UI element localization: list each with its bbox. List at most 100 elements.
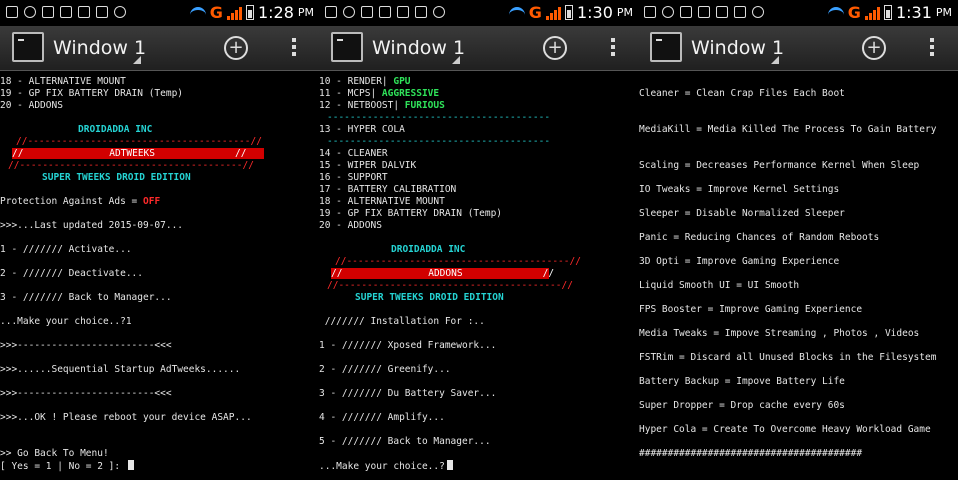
clock: 1:30: [576, 3, 613, 22]
terminal-line: Hyper Cola = Create To Overcome Heavy Wo…: [639, 424, 931, 435]
terminal-line: 4 - /////// Amplify...: [319, 412, 445, 423]
option-label: 11 - MCPS|: [319, 88, 382, 99]
option-label: 10 - RENDER|: [319, 76, 394, 87]
vibrate-icon: [415, 6, 427, 18]
terminal-line: Sleeper = Disable Normalized Sleeper: [639, 208, 845, 219]
terminal-line: >> Go Back To Menu!: [0, 448, 109, 459]
keyboard-icon: [397, 6, 409, 18]
terminal-line: //--------------------------------------…: [335, 256, 581, 267]
clock: 1:28: [257, 3, 294, 22]
terminal-line: ...Make your choice..?1: [0, 316, 132, 327]
network-type-icon: G: [847, 3, 861, 22]
terminal-line: >>>------------------------<<<: [0, 388, 172, 399]
terminal-line: FSTRim = Discard all Unused Blocks in th…: [639, 352, 937, 363]
terminal-line: 10 - RENDER| GPU: [319, 76, 411, 88]
terminal-line: //--------------------------------------…: [16, 136, 262, 147]
terminal-line: 11 - MCPS| AGGRESSIVE: [319, 88, 439, 100]
terminal-line: Scaling = Decreases Performance Kernel W…: [639, 160, 920, 171]
terminal-line: 15 - WIPER DALVIK: [319, 160, 417, 171]
terminal-line: 5 - /////// Back to Manager...: [319, 436, 491, 447]
terminal-line: Battery Backup = Impove Battery Life: [639, 376, 845, 387]
terminal-screen-2: G 1:30 PM Window 1 + 10 - RENDER| GPU 11…: [319, 0, 639, 480]
download-icon: [60, 6, 72, 18]
window-dropdown-icon[interactable]: [133, 56, 141, 64]
banner-bar: // ADTWEEKS //: [12, 148, 264, 159]
separator: ---------------------------------------: [327, 136, 551, 147]
text-cursor: [127, 460, 134, 470]
terminal-line: >>>......Sequential Startup AdTweeks....…: [0, 364, 241, 375]
terminal-line: 20 - ADDONS: [0, 100, 63, 111]
download-icon: [698, 6, 710, 18]
terminal-line: >>>...Last updated 2015-09-07...: [0, 220, 184, 231]
clock-ampm: PM: [297, 6, 314, 19]
terminal-output[interactable]: Cleaner = Clean Crap Files Each Boot Med…: [638, 72, 958, 480]
notification-icon: [6, 6, 18, 18]
whatsapp-icon: [24, 6, 36, 18]
terminal-subheading: SUPER TWEEKS DROID EDITION: [355, 292, 504, 303]
terminal-line: IO Tweaks = Improve Kernel Settings: [639, 184, 840, 195]
signal-icon: [864, 6, 880, 20]
terminal-output[interactable]: 18 - ALTERNATIVE MOUNT 19 - GP FIX BATTE…: [0, 72, 320, 480]
new-window-button[interactable]: +: [224, 36, 248, 60]
separator: ---------------------------------------: [327, 112, 551, 123]
terminal-line: Panic = Reducing Chances of Random Reboo…: [639, 232, 880, 243]
keyboard-icon: [716, 6, 728, 18]
terminal-app-icon[interactable]: [12, 32, 44, 62]
terminal-line: Cleaner = Clean Crap Files Each Boot: [639, 88, 845, 99]
terminal-screen-3: G 1:31 PM Window 1 + Cleaner = Clean Cra…: [638, 0, 958, 480]
status-bar: G 1:31 PM: [638, 0, 958, 26]
battery-icon: [883, 5, 892, 20]
whatsapp-icon: [343, 6, 355, 18]
screenshot-strip: G 1:28 PM Window 1 + 18 - ALTERNATIVE MO…: [0, 0, 958, 480]
image-icon: [42, 6, 54, 18]
terminal-app-icon[interactable]: [650, 32, 682, 62]
terminal-line: >>>------------------------<<<: [0, 340, 172, 351]
terminal-prompt[interactable]: [ Yes = 1 | No = 2 ]:: [0, 460, 134, 473]
protection-status: OFF: [143, 196, 161, 207]
terminal-prompt[interactable]: ...Make your choice..?: [319, 460, 453, 473]
terminal-line: 18 - ALTERNATIVE MOUNT: [319, 196, 445, 207]
terminal-line: Super Dropper = Drop cache every 60s: [639, 400, 845, 411]
action-bar: Window 1 +: [319, 26, 639, 71]
new-window-button[interactable]: +: [543, 36, 567, 60]
clock-ampm: PM: [616, 6, 633, 19]
terminal-heading: DROIDADDA INC: [391, 244, 466, 255]
banner-bar: // ADDONS //: [331, 268, 554, 279]
protection-label: Protection Against Ads =: [0, 196, 143, 207]
terminal-line: Media Tweaks = Impove Streaming , Photos…: [639, 328, 920, 339]
terminal-line: FPS Booster = Improve Gaming Experience: [639, 304, 863, 315]
option-label: 12 - NETBOOST|: [319, 100, 405, 111]
status-bar: G 1:30 PM: [319, 0, 639, 26]
wifi-icon: [508, 7, 525, 18]
download-icon: [379, 6, 391, 18]
terminal-line: 13 - HYPER COLA: [319, 124, 405, 135]
vibrate-icon: [96, 6, 108, 18]
terminal-line: 1 - /////// Xposed Framework...: [319, 340, 497, 351]
new-window-button[interactable]: +: [862, 36, 886, 60]
terminal-line: 14 - CLEANER: [319, 148, 388, 159]
terminal-app-icon[interactable]: [331, 32, 363, 62]
image-icon: [361, 6, 373, 18]
terminal-output[interactable]: 10 - RENDER| GPU 11 - MCPS| AGGRESSIVE 1…: [319, 72, 639, 480]
window-dropdown-icon[interactable]: [771, 56, 779, 64]
window-dropdown-icon[interactable]: [452, 56, 460, 64]
overflow-menu-button[interactable]: [930, 38, 934, 59]
image-icon: [680, 6, 692, 18]
terminal-line: MediaKill = Media Killed The Process To …: [639, 124, 937, 135]
option-value: GPU: [393, 76, 411, 87]
alarm-icon: [433, 6, 445, 18]
signal-icon: [226, 6, 242, 20]
overflow-menu-button[interactable]: [611, 38, 615, 59]
terminal-line: 3 - /////// Back to Manager...: [0, 292, 172, 303]
network-type-icon: G: [528, 3, 542, 22]
battery-icon: [245, 5, 254, 20]
terminal-line: 17 - BATTERY CALIBRATION: [319, 184, 457, 195]
text-cursor: [446, 460, 453, 470]
terminal-line: Liquid Smooth UI = UI Smooth: [639, 280, 800, 291]
alarm-icon: [114, 6, 126, 18]
overflow-menu-button[interactable]: [292, 38, 296, 59]
whatsapp-icon: [662, 6, 674, 18]
battery-icon: [564, 5, 573, 20]
terminal-line: 12 - NETBOOST| FURIOUS: [319, 100, 445, 112]
terminal-line: >>>...OK ! Please reboot your device ASA…: [0, 412, 252, 423]
